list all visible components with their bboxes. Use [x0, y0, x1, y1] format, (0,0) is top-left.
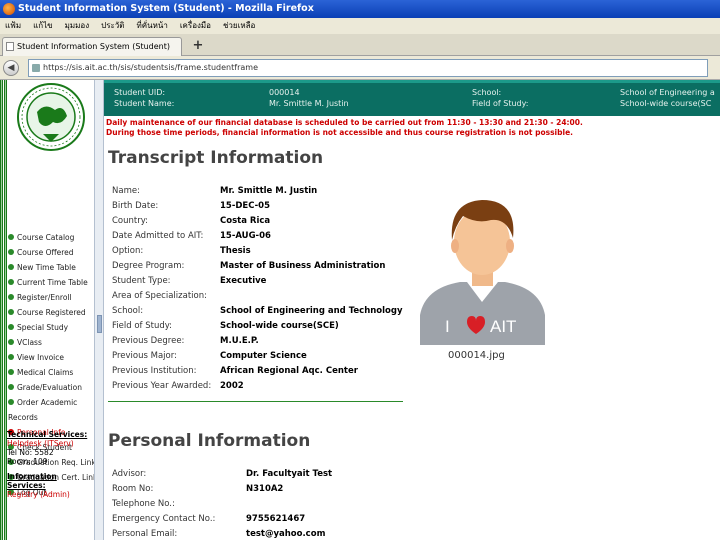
sidebar-item-grade-evaluation[interactable]: Grade/Evaluation: [7, 380, 94, 395]
row-value: Costa Rica: [220, 216, 271, 226]
new-tab-button[interactable]: +: [188, 37, 208, 55]
row-label: Previous Major:: [112, 351, 177, 361]
row-value: 15-DEC-05: [220, 201, 271, 211]
maintenance-notice: Daily maintenance of our financial datab…: [106, 118, 718, 138]
sidebar-item-medical-claims[interactable]: Medical Claims: [7, 365, 94, 380]
row-value: School of Engineering and Technology: [220, 306, 403, 316]
frame-splitter[interactable]: [94, 80, 104, 540]
row-value: Dr. Facultyait Test: [246, 469, 333, 479]
navigation-bar: ◀ ▶ https://sis.ait.ac.th/sis/studentsis…: [0, 56, 720, 80]
row-value: N310A2: [246, 484, 284, 494]
url-bar[interactable]: https://sis.ait.ac.th/sis/studentsis/fra…: [28, 59, 708, 77]
photo-caption: 000014.jpg: [448, 350, 505, 361]
row-value: 15-AUG-06: [220, 231, 271, 241]
firefox-icon: [3, 3, 15, 15]
row-value: Mr. Smittle M. Justin: [220, 186, 318, 196]
menu-help[interactable]: ช่วยเหลือ: [223, 18, 255, 34]
sidebar-item-vclass[interactable]: VClass: [7, 335, 94, 350]
student-id-label: Student UID:: [114, 88, 166, 97]
shirt-text-ait: AIT: [490, 317, 516, 336]
menu-view[interactable]: มุมมอง: [65, 18, 90, 34]
sidebar-item-course-offered[interactable]: Course Offered: [7, 245, 94, 260]
lock-icon: [32, 64, 40, 72]
row-value: Thesis: [220, 246, 251, 256]
menu-tools[interactable]: เครื่องมือ: [180, 18, 211, 34]
window-titlebar: Student Information System (Student) - M…: [0, 0, 720, 18]
tech-services-tel: Tel No: 5582: [7, 448, 54, 457]
row-value: School-wide course(SCE): [220, 321, 339, 331]
tech-services-title: Technical Services:: [7, 430, 88, 439]
info-services-link[interactable]: Registry (Admin): [7, 490, 94, 499]
sidebar-item-new-time-table[interactable]: New Time Table: [7, 260, 94, 275]
row-label: Emergency Contact No.:: [112, 514, 216, 524]
window-title: Student Information System (Student) - M…: [18, 3, 314, 14]
row-label: Field of Study:: [112, 321, 173, 331]
sidebar-item-order-academic[interactable]: Order Academic: [7, 395, 94, 410]
sidebar-item-course-catalog[interactable]: Course Catalog: [7, 230, 94, 245]
personal-title: Personal Information: [108, 431, 311, 451]
row-value: Computer Science: [220, 351, 307, 361]
menu-bookmarks[interactable]: ที่คั่นหน้า: [136, 18, 167, 34]
row-label: Country:: [112, 216, 149, 226]
row-value: 9755621467: [246, 514, 306, 524]
row-label: Telephone No.:: [112, 499, 175, 509]
field-value: School-wide course(SC: [620, 99, 712, 108]
tab-bar: Student Information System (Student) +: [0, 34, 720, 56]
section-divider: [108, 401, 403, 402]
row-label: Degree Program:: [112, 261, 185, 271]
maintenance-line-2: During those time periods, financial inf…: [106, 128, 573, 137]
maintenance-line-1: Daily maintenance of our financial datab…: [106, 118, 583, 127]
sidebar-contact-info: Technical Services: Helpdesk (ITServ) Te…: [7, 430, 94, 499]
ait-logo-icon: [17, 83, 85, 151]
row-label: School:: [112, 306, 144, 316]
row-label: Student Type:: [112, 276, 171, 286]
transcript-title: Transcript Information: [108, 148, 324, 168]
sidebar-item-view-invoice[interactable]: View Invoice: [7, 350, 94, 365]
row-label: Option:: [112, 246, 144, 256]
row-label: Birth Date:: [112, 201, 159, 211]
student-id-value: 000014: [269, 88, 300, 97]
info-services-title-2: Services:: [7, 481, 46, 490]
tech-services-room: Room: 109: [7, 457, 48, 466]
left-decorative-stripe: [0, 80, 7, 540]
student-name-value: Mr. Smittle M. Justin: [269, 99, 349, 108]
row-value: African Regional Aqc. Center: [220, 366, 358, 376]
row-label: Advisor:: [112, 469, 147, 479]
sidebar: Course Catalog Course Offered New Time T…: [7, 80, 94, 540]
row-value: M.U.E.P.: [220, 336, 259, 346]
shirt-text-i: I: [445, 317, 450, 336]
menu-bar: แฟ้ม แก้ไข มุมมอง ประวัติ ที่คั่นหน้า เค…: [0, 18, 720, 34]
sidebar-item-course-registered[interactable]: Course Registered: [7, 305, 94, 320]
tab-label: Student Information System (Student): [17, 42, 170, 51]
url-text: https://sis.ait.ac.th/sis/studentsis/fra…: [43, 63, 258, 72]
sidebar-item-current-time-table[interactable]: Current Time Table: [7, 275, 94, 290]
row-label: Name:: [112, 186, 140, 196]
row-label: Date Admitted to AIT:: [112, 231, 204, 241]
page-icon: [6, 42, 14, 51]
field-label: Field of Study:: [472, 99, 529, 108]
info-services-title: Information: [7, 472, 57, 481]
splitter-grip-icon[interactable]: [97, 315, 102, 333]
menu-history[interactable]: ประวัติ: [101, 18, 124, 34]
row-label: Area of Specialization:: [112, 291, 207, 301]
row-label: Room No:: [112, 484, 154, 494]
sidebar-item-records[interactable]: Records: [7, 410, 94, 425]
sidebar-item-register-enroll[interactable]: Register/Enroll: [7, 290, 94, 305]
school-label: School:: [472, 88, 502, 97]
row-label: Previous Institution:: [112, 366, 197, 376]
school-value: School of Engineering a: [620, 88, 715, 97]
menu-file[interactable]: แฟ้ม: [5, 18, 21, 34]
sidebar-item-special-study[interactable]: Special Study: [7, 320, 94, 335]
browser-tab[interactable]: Student Information System (Student): [2, 37, 182, 56]
student-header: Student UID: 000014 Student Name: Mr. Sm…: [104, 80, 720, 116]
menu-edit[interactable]: แก้ไข: [33, 18, 53, 34]
tech-services-link[interactable]: Helpdesk (ITServ): [7, 439, 94, 448]
row-value: Executive: [220, 276, 267, 286]
row-label: Previous Year Awarded:: [112, 381, 212, 391]
student-name-label: Student Name:: [114, 99, 175, 108]
student-photo: I AIT: [420, 200, 545, 345]
row-value: Master of Business Administration: [220, 261, 386, 271]
row-value: 2002: [220, 381, 244, 391]
row-label: Previous Degree:: [112, 336, 185, 346]
